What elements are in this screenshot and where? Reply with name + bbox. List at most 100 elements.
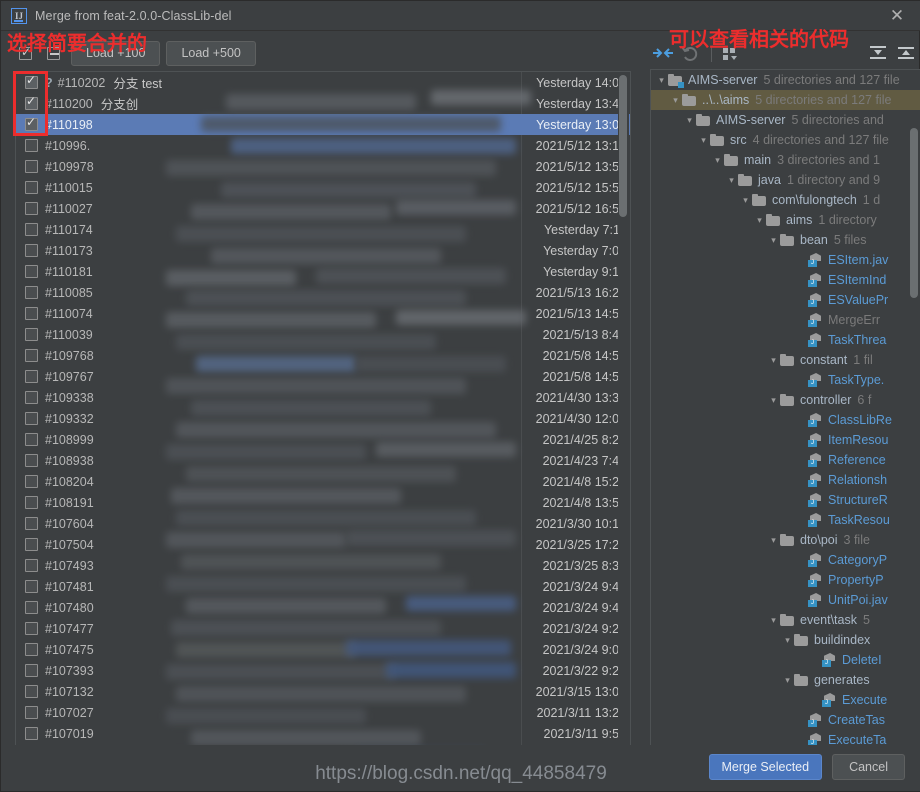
chevron-down-icon[interactable]: ▾: [767, 350, 780, 370]
chevron-down-icon[interactable]: ▾: [711, 150, 724, 170]
tree-file-node[interactable]: J TaskThrea: [651, 330, 920, 350]
file-tree-vscroll-thumb[interactable]: [910, 128, 918, 298]
chevron-down-icon[interactable]: ▾: [655, 70, 668, 90]
commit-checkbox[interactable]: [25, 412, 38, 425]
tree-file-node[interactable]: J Reference: [651, 450, 920, 470]
commit-list-scrollbar[interactable]: [618, 73, 629, 775]
commit-row[interactable]: #110198 Yesterday 13:03: [16, 114, 630, 135]
commit-row[interactable]: #107504 2021/3/25 17:27: [16, 534, 630, 555]
tree-folder-node[interactable]: ▾ src 4 directories and 127 file: [651, 130, 920, 150]
commit-checkbox[interactable]: [25, 643, 38, 656]
cancel-button[interactable]: Cancel: [832, 754, 905, 780]
commit-checkbox[interactable]: [25, 93, 38, 110]
chevron-down-icon[interactable]: ▾: [683, 110, 696, 130]
commit-row[interactable]: #109978 2021/5/12 13:55: [16, 156, 630, 177]
commit-row[interactable]: #107493 2021/3/25 8:37: [16, 555, 630, 576]
commit-row[interactable]: #109767 2021/5/8 14:56: [16, 366, 630, 387]
tree-folder-node[interactable]: ▾ dto\poi 3 file: [651, 530, 920, 550]
commit-checkbox[interactable]: [25, 307, 38, 320]
tree-file-node[interactable]: J TaskType.: [651, 370, 920, 390]
commit-checkbox[interactable]: [25, 160, 38, 173]
tree-folder-node[interactable]: ▾ com\fulongtech 1 d: [651, 190, 920, 210]
tree-folder-node[interactable]: ▾ event\task 5: [651, 610, 920, 630]
commit-row[interactable]: #110181 Yesterday 9:13: [16, 261, 630, 282]
commit-row[interactable]: #107132 2021/3/15 13:05: [16, 681, 630, 702]
tree-folder-node[interactable]: ▾ main 3 directories and 1: [651, 150, 920, 170]
tree-file-node[interactable]: J PropertyP: [651, 570, 920, 590]
tree-file-node[interactable]: J TaskResou: [651, 510, 920, 530]
commit-checkbox[interactable]: [25, 475, 38, 488]
chevron-down-icon[interactable]: ▾: [697, 130, 710, 150]
commit-checkbox[interactable]: [25, 559, 38, 572]
commit-checkbox[interactable]: [25, 601, 38, 614]
chevron-down-icon[interactable]: ▾: [739, 190, 752, 210]
commit-row[interactable]: #110039 2021/5/13 8:40: [16, 324, 630, 345]
commit-row[interactable]: #108204 2021/4/8 15:22: [16, 471, 630, 492]
commit-row[interactable]: #107480 2021/3/24 9:43: [16, 597, 630, 618]
file-tree[interactable]: ▾ AIMS-server 5 directories and 127 file ▾.…: [650, 69, 920, 776]
commit-checkbox[interactable]: [25, 517, 38, 530]
load-500-button[interactable]: Load +500: [166, 40, 256, 66]
commit-checkbox[interactable]: [25, 139, 38, 152]
chevron-down-icon[interactable]: ▾: [725, 170, 738, 190]
tree-file-node[interactable]: J CreateTas: [651, 710, 920, 730]
tree-file-node[interactable]: J ClassLibRe: [651, 410, 920, 430]
commit-checkbox[interactable]: [25, 265, 38, 278]
commit-row[interactable]: #110074 2021/5/13 14:59: [16, 303, 630, 324]
commit-checkbox[interactable]: [25, 286, 38, 299]
tree-folder-node[interactable]: ▾ bean 5 files: [651, 230, 920, 250]
tree-folder-node[interactable]: ▾ constant 1 fil: [651, 350, 920, 370]
chevron-down-icon[interactable]: ▾: [669, 90, 682, 110]
chevron-down-icon[interactable]: ▾: [781, 630, 794, 650]
commit-row[interactable]: #108999 2021/4/25 8:23: [16, 429, 630, 450]
expand-all-icon[interactable]: [865, 41, 893, 67]
chevron-down-icon[interactable]: ▾: [753, 210, 766, 230]
commit-row[interactable]: #10996. 2021/5/12 13:17: [16, 135, 630, 156]
commit-checkbox[interactable]: [25, 202, 38, 215]
chevron-down-icon[interactable]: ▾: [781, 670, 794, 690]
commit-row[interactable]: #108191 2021/4/8 13:57: [16, 492, 630, 513]
tree-file-node[interactable]: J UnitPoi.jav: [651, 590, 920, 610]
commit-checkbox[interactable]: [25, 370, 38, 383]
tree-folder-node[interactable]: ▾ java 1 directory and 9: [651, 170, 920, 190]
commit-checkbox[interactable]: [25, 496, 38, 509]
tree-file-node[interactable]: J ESItemInd: [651, 270, 920, 290]
commit-checkbox[interactable]: [25, 223, 38, 236]
commit-checkbox[interactable]: [25, 349, 38, 362]
commit-row[interactable]: ? #110202 分支 test Yesterday 14:01: [16, 72, 630, 93]
tree-file-node[interactable]: J StructureR: [651, 490, 920, 510]
commit-row[interactable]: #108938 2021/4/23 7:46: [16, 450, 630, 471]
tree-file-node[interactable]: J DeleteI: [651, 650, 920, 670]
chevron-down-icon[interactable]: ▾: [767, 230, 780, 250]
commit-row[interactable]: #107481 2021/3/24 9:48: [16, 576, 630, 597]
commit-row[interactable]: #110200 分支创 Yesterday 13:48: [16, 93, 630, 114]
commit-row[interactable]: #107475 2021/3/24 9:06: [16, 639, 630, 660]
commit-row[interactable]: #110027 2021/5/12 16:52: [16, 198, 630, 219]
commit-row[interactable]: #110174 Yesterday 7:11: [16, 219, 630, 240]
tree-folder-node[interactable]: ▾ AIMS-server 5 directories and 127 file: [651, 70, 920, 90]
commit-checkbox[interactable]: [25, 580, 38, 593]
commit-checkbox[interactable]: [25, 433, 38, 446]
tree-folder-node[interactable]: ▾ generates: [651, 670, 920, 690]
commit-checkbox[interactable]: [25, 181, 38, 194]
tree-file-node[interactable]: J Execute: [651, 690, 920, 710]
chevron-down-icon[interactable]: ▾: [767, 610, 780, 630]
tree-file-node[interactable]: J ESValuePr: [651, 290, 920, 310]
commit-row[interactable]: #110015 2021/5/12 15:55: [16, 177, 630, 198]
merge-selected-button[interactable]: Merge Selected: [708, 754, 823, 780]
commit-row[interactable]: #107393 2021/3/22 9:21: [16, 660, 630, 681]
commit-checkbox[interactable]: [25, 538, 38, 551]
tree-folder-node[interactable]: ▾ AIMS-server 5 directories and: [651, 110, 920, 130]
commit-checkbox[interactable]: [25, 664, 38, 677]
commit-row[interactable]: #107027 2021/3/11 13:25: [16, 702, 630, 723]
commit-row[interactable]: #110173 Yesterday 7:05: [16, 240, 630, 261]
tree-file-node[interactable]: J Relationsh: [651, 470, 920, 490]
commit-row[interactable]: #107019 2021/3/11 9:59: [16, 723, 630, 744]
tree-folder-node[interactable]: ▾ ..\..\aims 5 directories and 127 file: [651, 90, 920, 110]
tree-file-node[interactable]: J CategoryP: [651, 550, 920, 570]
tree-folder-node[interactable]: ▾ buildindex: [651, 630, 920, 650]
commit-list[interactable]: ? #110202 分支 test Yesterday 14:01 #110200 分支创…: [15, 71, 631, 776]
commit-checkbox[interactable]: [25, 391, 38, 404]
commit-row[interactable]: #107477 2021/3/24 9:29: [16, 618, 630, 639]
commit-checkbox[interactable]: [25, 114, 38, 131]
